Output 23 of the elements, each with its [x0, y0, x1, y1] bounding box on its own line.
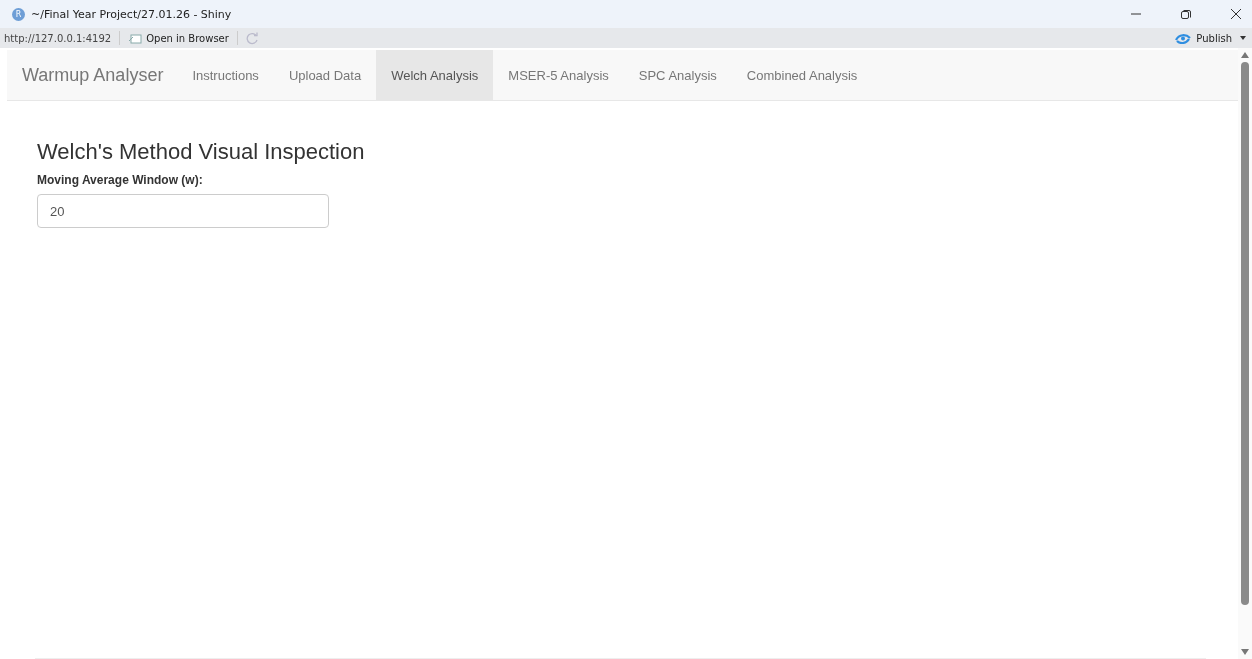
field-label: Moving Average Window (w):: [37, 173, 203, 187]
scrollbar[interactable]: [1238, 48, 1252, 659]
publish-button[interactable]: Publish: [1174, 32, 1232, 44]
scroll-down-icon[interactable]: [1241, 649, 1249, 655]
window-size-field[interactable]: 20: [37, 194, 329, 228]
brand-title[interactable]: Warmup Analyser: [7, 50, 178, 100]
r-logo-icon: R: [12, 7, 25, 21]
nav-tab[interactable]: MSER-5 Analysis: [493, 50, 624, 100]
url-text: http://127.0.0.1:4192: [4, 32, 112, 44]
window-icon: [128, 32, 143, 44]
close-icon[interactable]: [1230, 8, 1242, 20]
dropdown-caret-icon[interactable]: [1240, 36, 1246, 40]
nav-tab[interactable]: Combined Analysis: [731, 50, 873, 100]
nav-tab[interactable]: Welch Analysis: [376, 50, 494, 100]
open-in-browser-button[interactable]: Open in Browser: [128, 32, 229, 44]
scroll-up-icon[interactable]: [1241, 52, 1249, 58]
scrollbar-thumb[interactable]: [1241, 62, 1249, 605]
nav-tab[interactable]: Instructions: [177, 50, 274, 100]
page-heading: Welch's Method Visual Inspection: [37, 139, 365, 165]
restore-icon[interactable]: [1180, 8, 1192, 20]
window-title: ~/Final Year Project/27.01.26 - Shiny: [31, 7, 232, 21]
nav-tab[interactable]: SPC Analysis: [623, 50, 732, 100]
nav-tab[interactable]: Upload Data: [273, 50, 377, 100]
